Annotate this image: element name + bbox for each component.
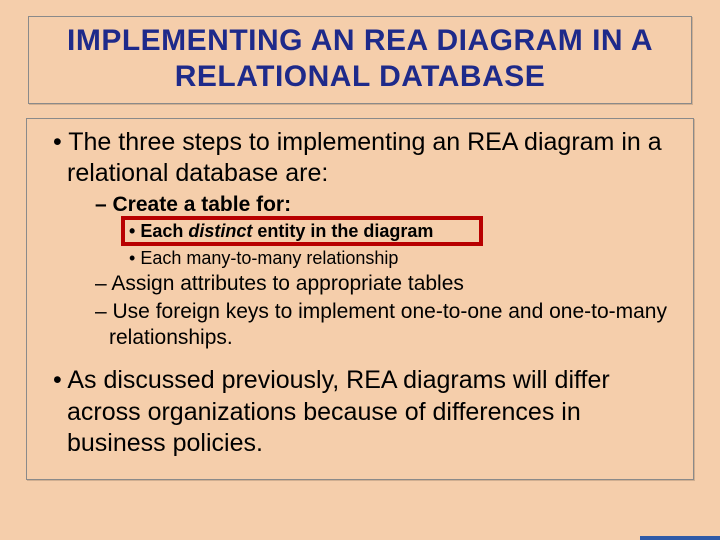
text-each: Each xyxy=(140,221,188,241)
bullet-as-discussed: As discussed previously, REA diagrams wi… xyxy=(67,365,677,459)
slide-footer: © 2006 Prentice Hall Business Publishing… xyxy=(0,536,720,540)
bullet-many-to-many: Each many-to-many relationship xyxy=(141,247,677,270)
slide-content-box: The three steps to implementing an REA d… xyxy=(26,118,694,480)
bullet-create-table: Create a table for: xyxy=(109,192,677,218)
bullet-three-steps: The three steps to implementing an REA d… xyxy=(67,127,677,190)
footer-page-number: 44 of 131 xyxy=(640,536,720,540)
highlighted-subpoint-wrap: Each distinct entity in the diagram xyxy=(43,220,677,243)
bullet-foreign-keys: Use foreign keys to implement one-to-one… xyxy=(109,299,677,352)
slide-title: IMPLEMENTING AN REA DIAGRAM IN A RELATIO… xyxy=(39,23,681,95)
text-distinct: distinct xyxy=(188,221,252,241)
slide-title-box: IMPLEMENTING AN REA DIAGRAM IN A RELATIO… xyxy=(28,16,692,104)
text-entity: entity in the diagram xyxy=(252,221,433,241)
bullet-assign-attributes: Assign attributes to appropriate tables xyxy=(109,271,677,297)
bullet-distinct-entity: Each distinct entity in the diagram xyxy=(141,220,677,243)
